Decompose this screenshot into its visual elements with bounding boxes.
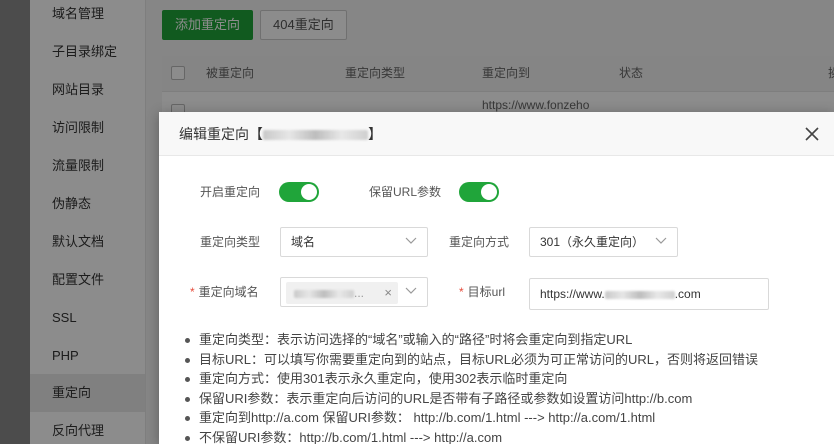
redacted-domain bbox=[294, 289, 354, 298]
target-url-label: * 目标url bbox=[459, 277, 505, 307]
list-item: 不保留URI参数：http://b.com/1.html ---> http:/… bbox=[183, 428, 823, 444]
chevron-down-icon bbox=[655, 237, 667, 244]
edit-redirect-dialog: 编辑重定向【 】 开启重定向 保留URL参数 重定向类型 域名 重定向方式 301… bbox=[159, 112, 834, 444]
enable-redirect-toggle[interactable] bbox=[279, 182, 319, 202]
required-mark: * bbox=[190, 285, 195, 299]
domain-tag: ... × bbox=[286, 282, 398, 304]
list-item: 重定向到http://a.com 保留URI参数： http://b.com/1… bbox=[183, 408, 823, 428]
redirect-type-label: 重定向类型 bbox=[200, 235, 261, 249]
enable-redirect-label: 开启重定向 bbox=[200, 185, 261, 199]
redirect-type-select[interactable]: 域名 bbox=[280, 227, 428, 257]
redirect-method-value: 301（永久重定向） bbox=[540, 235, 645, 249]
redirect-method-select[interactable]: 301（永久重定向） bbox=[529, 227, 678, 257]
redacted-domain bbox=[263, 130, 368, 141]
dialog-header: 编辑重定向【 】 bbox=[159, 112, 834, 156]
domain-tag-text: ... bbox=[294, 282, 364, 304]
list-item: 目标URL：可以填写你需要重定向到的站点，目标URL必须为可正常访问的URL，否… bbox=[183, 350, 823, 370]
target-url-input[interactable]: https://www. .com bbox=[529, 278, 769, 310]
chevron-down-icon bbox=[405, 287, 417, 294]
redirect-domain-label-text: 重定向域名 bbox=[198, 285, 259, 299]
dialog-title-prefix: 编辑重定向【 bbox=[179, 126, 263, 142]
help-tips-list: 重定向类型：表示访问选择的“域名”或输入的“路径”时将会重定向到指定URL 目标… bbox=[183, 330, 823, 444]
redirect-method-label: 重定向方式 bbox=[449, 235, 510, 249]
dialog-title-suffix: 】 bbox=[368, 126, 382, 142]
remove-tag-icon[interactable]: × bbox=[384, 282, 392, 304]
required-mark: * bbox=[459, 285, 464, 299]
redirect-domain-select[interactable]: ... × bbox=[280, 277, 428, 307]
list-item: 保留URI参数：表示重定向后访问的URL是否带有子路径或参数如设置访问http:… bbox=[183, 389, 823, 409]
list-item: 重定向类型：表示访问选择的“域名”或输入的“路径”时将会重定向到指定URL bbox=[183, 330, 823, 350]
redirect-domain-label: * 重定向域名 bbox=[190, 277, 259, 307]
close-icon[interactable] bbox=[802, 124, 822, 144]
keep-url-params-label: 保留URL参数 bbox=[369, 185, 442, 199]
target-url-label-text: 目标url bbox=[467, 285, 506, 299]
dialog-title: 编辑重定向【 】 bbox=[179, 112, 382, 156]
list-item: 重定向方式：使用301表示永久重定向，使用302表示临时重定向 bbox=[183, 369, 823, 389]
domain-tag-ellipsis: ... bbox=[354, 286, 365, 300]
redacted-url bbox=[604, 290, 675, 299]
target-url-suffix: .com bbox=[674, 287, 701, 301]
target-url-prefix: https://www. bbox=[540, 287, 605, 301]
target-url-value: https://www. .com bbox=[540, 279, 701, 309]
chevron-down-icon bbox=[405, 237, 417, 244]
redirect-type-value: 域名 bbox=[291, 235, 316, 249]
keep-url-params-toggle[interactable] bbox=[459, 182, 499, 202]
